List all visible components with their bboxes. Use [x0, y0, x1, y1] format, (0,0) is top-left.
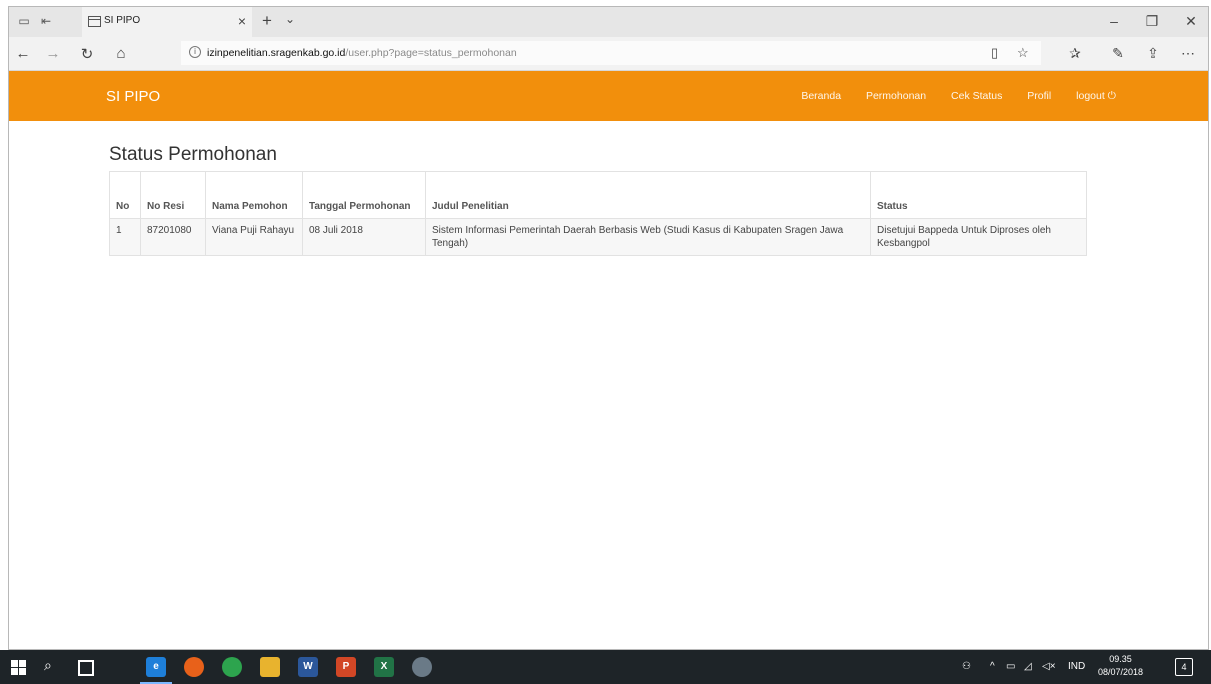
tab-actions-icon[interactable]: ▭	[17, 15, 31, 28]
windows-start-icon[interactable]	[10, 658, 28, 676]
col-status: Status	[870, 171, 1087, 219]
task-view-icon[interactable]	[78, 660, 94, 676]
set-tabs-aside-icon[interactable]: ⇤	[39, 15, 53, 28]
nav-menu: Beranda Permohonan Cek Status Profil log…	[779, 90, 1116, 103]
tab-preview-chevron-icon[interactable]: ⌄	[285, 12, 295, 26]
col-no-resi: No Resi	[140, 171, 206, 219]
excel-icon[interactable]: X	[374, 657, 394, 677]
status-table: No No Resi Nama Pemohon Tanggal Permohon…	[109, 171, 1087, 256]
clock[interactable]: 09.35 08/07/2018	[1098, 653, 1143, 679]
page-title: Status Permohonan	[109, 144, 277, 165]
cell-tanggal: 08 Juli 2018	[302, 218, 426, 256]
new-tab-icon[interactable]: +	[262, 11, 272, 31]
cell-nama-pemohon: Viana Puji Rahayu	[205, 218, 303, 256]
refresh-icon[interactable]: ↻	[77, 45, 97, 63]
site-info-icon[interactable]: i	[189, 46, 201, 58]
clock-date: 08/07/2018	[1098, 667, 1144, 677]
browser-window: ▭ ⇤ SI PIPO × + ⌄ – ❐ ✕ ← → ↻ ⌂ i izinpe…	[8, 6, 1209, 650]
search-icon[interactable]: ⌕	[44, 657, 62, 675]
reading-view-icon[interactable]: ▯	[991, 45, 998, 61]
nav-permohonan[interactable]: Permohonan	[866, 90, 926, 102]
back-icon[interactable]: ←	[13, 45, 33, 62]
action-center-icon[interactable]: 4	[1175, 658, 1193, 676]
nav-logout[interactable]: logout ⏻	[1076, 90, 1116, 102]
clock-time: 09.35	[1109, 654, 1132, 664]
col-tanggal-permohonan: Tanggal Permohonan	[302, 171, 426, 219]
close-window-icon[interactable]: ✕	[1181, 13, 1201, 30]
tab-bar: ▭ ⇤ SI PIPO × + ⌄ – ❐ ✕	[9, 7, 1208, 37]
cell-judul: Sistem Informasi Pemerintah Daerah Berba…	[425, 218, 871, 256]
nav-profil[interactable]: Profil	[1027, 90, 1051, 102]
word-icon[interactable]: W	[298, 657, 318, 677]
address-toolbar: ← → ↻ ⌂ i izinpenelitian.sragenkab.go.id…	[9, 37, 1208, 71]
home-icon[interactable]: ⌂	[111, 45, 131, 62]
firefox-icon[interactable]	[184, 657, 204, 677]
page-favicon-icon	[88, 16, 101, 27]
more-options-icon[interactable]: ⋯	[1179, 45, 1197, 62]
tab-si-pipo[interactable]: SI PIPO ×	[82, 7, 252, 37]
nav-beranda[interactable]: Beranda	[801, 90, 841, 102]
url-text[interactable]: izinpenelitian.sragenkab.go.id/user.php?…	[207, 47, 517, 59]
table-row: 1 87201080 Viana Puji Rahayu 08 Juli 201…	[109, 218, 1087, 256]
powerpoint-icon[interactable]: P	[336, 657, 356, 677]
tab-title: SI PIPO	[104, 15, 141, 26]
close-tab-icon[interactable]: ×	[238, 13, 246, 29]
input-language[interactable]: IND	[1068, 661, 1085, 672]
windows-taskbar: ⌕ e W P X ⚇ ^ ▭ ◿ ◁× IND 09.35 08/07/201…	[0, 650, 1211, 684]
people-icon[interactable]: ⚇	[962, 661, 971, 672]
favorites-hub-icon[interactable]: ✰	[1066, 45, 1084, 62]
site-brand[interactable]: SI PIPO	[106, 88, 160, 105]
address-bar[interactable]: i izinpenelitian.sragenkab.go.id/user.ph…	[181, 41, 1041, 65]
paint-icon[interactable]	[412, 657, 432, 677]
minimize-icon[interactable]: –	[1104, 13, 1124, 29]
volume-icon[interactable]: ◁×	[1042, 661, 1056, 672]
favorite-star-icon[interactable]: ☆	[1017, 45, 1029, 61]
edge-browser-icon[interactable]: e	[140, 657, 172, 684]
web-note-icon[interactable]: ✎	[1109, 45, 1127, 62]
forward-icon[interactable]: →	[43, 45, 63, 62]
col-judul-penelitian: Judul Penelitian	[425, 171, 871, 219]
share-icon[interactable]: ⇪	[1144, 45, 1162, 62]
battery-icon[interactable]: ▭	[1006, 661, 1015, 672]
show-hidden-icons-icon[interactable]: ^	[990, 661, 995, 672]
table-header-row: No No Resi Nama Pemohon Tanggal Permohon…	[109, 171, 1087, 219]
col-no: No	[109, 171, 141, 219]
chrome-icon[interactable]	[222, 657, 242, 677]
cell-no: 1	[109, 218, 141, 256]
nav-cek-status[interactable]: Cek Status	[951, 90, 1002, 102]
cell-status: Disetujui Bappeda Untuk Diproses oleh Ke…	[870, 218, 1087, 256]
file-explorer-icon[interactable]	[260, 657, 280, 677]
cell-no-resi: 87201080	[140, 218, 206, 256]
restore-icon[interactable]: ❐	[1142, 13, 1162, 30]
site-navbar: SI PIPO Beranda Permohonan Cek Status Pr…	[9, 71, 1208, 121]
col-nama-pemohon: Nama Pemohon	[205, 171, 303, 219]
network-icon[interactable]: ◿	[1024, 661, 1032, 672]
